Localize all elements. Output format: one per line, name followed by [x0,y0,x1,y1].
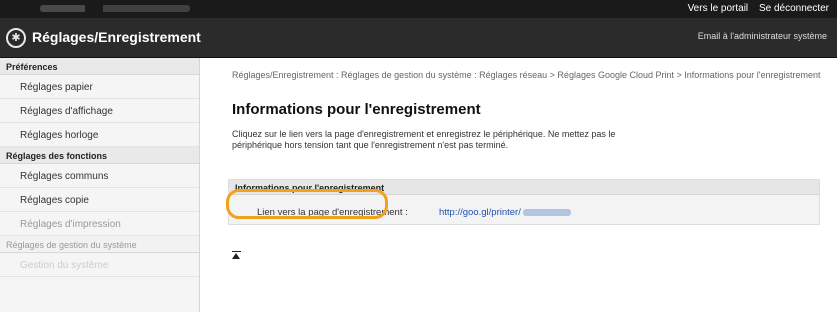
top-bar: Vers le portail Se déconnecter [0,0,837,18]
settings-gear-icon: ✱ [6,28,26,48]
logout-link[interactable]: Se déconnecter [759,3,829,14]
back-to-top-icon[interactable] [232,251,241,259]
registration-link-text[interactable]: http://goo.gl/printer/ [439,207,521,218]
sidebar: Préférences Réglages papier Réglages d'a… [0,58,200,312]
title-bar: ✱ Réglages/Enregistrement Email à l'admi… [0,18,837,58]
blurred-link-suffix [522,208,571,216]
sidebar-item-paper-settings[interactable]: Réglages papier [0,75,199,99]
app-title: Réglages/Enregistrement [32,29,201,45]
admin-email-link[interactable]: Email à l'administrateur système [698,31,827,41]
sidebar-item-print-settings[interactable]: Réglages d'impression [0,212,199,236]
page-title: Informations pour l'enregistrement [232,101,481,118]
registration-link[interactable]: http://goo.gl/printer/ [439,207,571,218]
sidebar-heading-function-settings[interactable]: Réglages des fonctions [0,147,199,164]
sidebar-item-copy-settings[interactable]: Réglages copie [0,188,199,212]
sidebar-item-display-settings[interactable]: Réglages d'affichage [0,99,199,123]
description-text: Cliquez sur le lien vers la page d'enreg… [232,129,616,150]
device-name-blurred [40,5,190,12]
breadcrumb: Réglages/Enregistrement : Réglages de ge… [232,70,821,80]
portal-link[interactable]: Vers le portail [688,3,749,14]
sidebar-heading-system-management[interactable]: Réglages de gestion du système [0,236,199,253]
top-links: Vers le portail Se déconnecter [680,3,829,14]
sidebar-item-system-management[interactable]: Gestion du système [0,253,199,277]
main-content: Réglages/Enregistrement : Réglages de ge… [200,58,837,312]
sidebar-item-common-settings[interactable]: Réglages communs [0,164,199,188]
link-highlight-outline [226,189,388,219]
sidebar-item-clock-settings[interactable]: Réglages horloge [0,123,199,147]
sidebar-heading-preferences[interactable]: Préférences [0,58,199,75]
